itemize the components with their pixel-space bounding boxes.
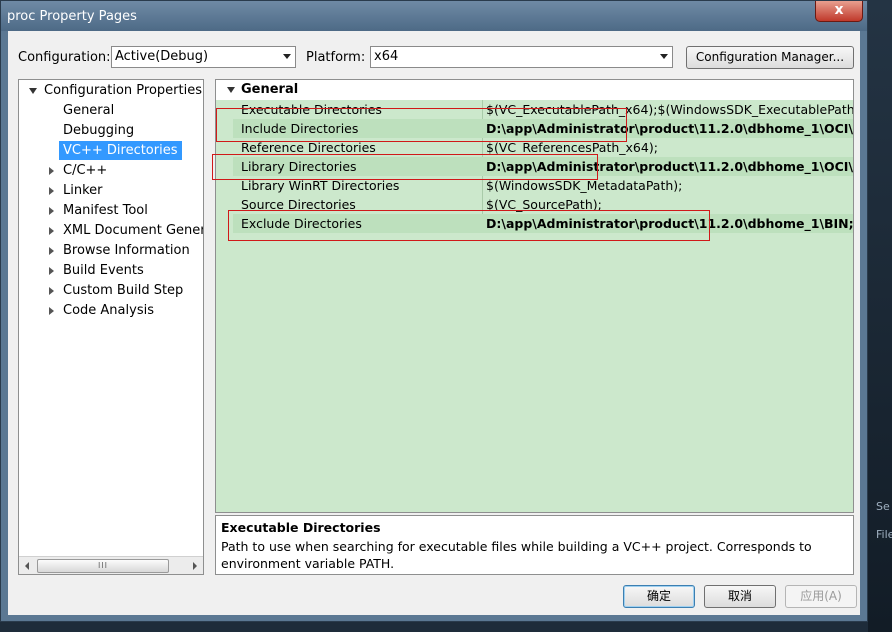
tree-item-xml-document-generator[interactable]: XML Document Generat [47, 221, 204, 240]
background-text: Se [876, 500, 890, 513]
tree-item-vc-directories[interactable]: VC++ Directories [59, 141, 182, 160]
configuration-label: Configuration: [18, 50, 111, 65]
tree-item-build-events[interactable]: Build Events [47, 261, 203, 280]
ok-button[interactable]: 确定 [623, 585, 695, 608]
tree-item-code-analysis[interactable]: Code Analysis [47, 301, 203, 320]
tree-item-linker[interactable]: Linker [47, 181, 203, 200]
expanded-arrow-icon[interactable] [29, 88, 37, 94]
collapsed-arrow-icon[interactable] [49, 287, 54, 295]
platform-value: x64 [374, 49, 399, 64]
tree-item-label: Custom Build Step [63, 283, 184, 298]
tree-item-browse-information[interactable]: Browse Information [47, 241, 203, 260]
tree-item-debugging[interactable]: Debugging [63, 121, 134, 140]
collapsed-arrow-icon[interactable] [49, 227, 54, 235]
window-title: proc Property Pages [7, 9, 137, 24]
expanded-arrow-icon[interactable] [227, 87, 235, 93]
tree-item-label: C/C++ [63, 163, 108, 178]
collapsed-arrow-icon[interactable] [49, 307, 54, 315]
collapsed-arrow-icon[interactable] [49, 207, 54, 215]
collapsed-arrow-icon[interactable] [49, 247, 54, 255]
configuration-dropdown[interactable]: Active(Debug) [111, 46, 296, 68]
tree-item-label: Code Analysis [63, 303, 154, 318]
tree-item-c-cpp[interactable]: C/C++ [47, 161, 203, 180]
configuration-manager-button[interactable]: Configuration Manager... [686, 46, 854, 69]
highlight-box [228, 210, 710, 241]
tree-item-general[interactable]: General [63, 101, 114, 120]
configuration-value: Active(Debug) [115, 49, 209, 64]
background-text: File [876, 528, 892, 541]
description-panel: Executable Directories Path to use when … [215, 515, 854, 575]
scroll-left-icon[interactable] [19, 557, 36, 574]
collapsed-arrow-icon[interactable] [49, 167, 54, 175]
highlight-box [212, 154, 598, 180]
category-label: General [241, 82, 299, 97]
collapsed-arrow-icon[interactable] [49, 187, 54, 195]
tree-horizontal-scrollbar[interactable]: III [19, 556, 203, 574]
cancel-button[interactable]: 取消 [704, 585, 776, 608]
chevron-down-icon [283, 54, 291, 59]
close-button[interactable]: x [815, 1, 863, 22]
property-value: $(VC_ReferencesPath_x64); [486, 140, 658, 155]
description-title: Executable Directories [221, 520, 381, 535]
platform-dropdown[interactable]: x64 [370, 46, 673, 68]
property-tree[interactable]: Configuration Properties General Debuggi… [18, 79, 204, 575]
apply-button[interactable]: 应用(A) [785, 585, 857, 608]
tree-item-custom-build-step[interactable]: Custom Build Step [47, 281, 203, 300]
property-name: Reference Directories [241, 140, 376, 155]
title-bar[interactable]: proc Property Pages x [1, 1, 867, 31]
category-general[interactable]: General [216, 80, 853, 100]
highlight-box [216, 108, 627, 142]
tree-item-label: Manifest Tool [63, 203, 148, 218]
tree-item-label: Browse Information [63, 243, 190, 258]
scrollbar-thumb[interactable]: III [37, 559, 169, 573]
property-value: $(WindowsSDK_MetadataPath); [486, 178, 683, 193]
collapsed-arrow-icon[interactable] [49, 267, 54, 275]
tree-item-label: Linker [63, 183, 103, 198]
description-text: Path to use when searching for executabl… [221, 539, 812, 571]
tree-item-manifest-tool[interactable]: Manifest Tool [47, 201, 203, 220]
tree-item-label: Build Events [63, 263, 144, 278]
property-pages-dialog: proc Property Pages x Configuration: Act… [0, 0, 868, 622]
tree-item-label: XML Document Generat [63, 223, 204, 238]
platform-label: Platform: [306, 50, 366, 65]
scroll-right-icon[interactable] [186, 557, 203, 574]
property-grid[interactable]: General Executable Directories $(VC_Exec… [215, 79, 854, 513]
property-name: Library WinRT Directories [241, 178, 400, 193]
tree-item-label: Configuration Properties [44, 83, 202, 98]
background-window: Se File [868, 0, 892, 632]
chevron-down-icon [660, 54, 668, 59]
